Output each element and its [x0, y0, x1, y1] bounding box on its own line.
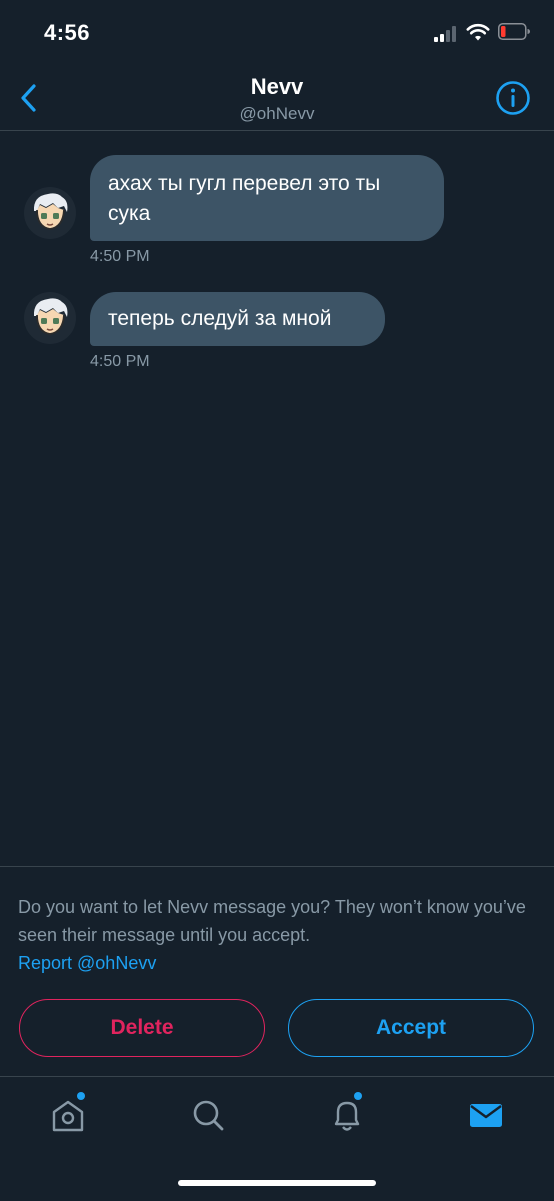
- conversation-title: Nevv: [250, 74, 304, 99]
- battery-low-icon: [498, 23, 530, 40]
- status-time: 4:56: [44, 20, 91, 45]
- avatar[interactable]: [24, 292, 76, 344]
- mail-icon[interactable]: [466, 1095, 506, 1135]
- delete-button[interactable]: Delete: [19, 999, 265, 1057]
- message-request-panel: Do you want to let Nevv message you? The…: [0, 866, 554, 1077]
- info-icon[interactable]: [495, 80, 531, 116]
- conversation-handle: @ohNevv: [239, 104, 315, 123]
- accept-button[interactable]: Accept: [288, 999, 534, 1057]
- status-bar: 4:56: [0, 0, 554, 66]
- avatar[interactable]: [24, 187, 76, 239]
- notification-dot: [77, 1092, 85, 1100]
- message-bubble[interactable]: ахах ты гугл перевел это ты сука: [90, 155, 444, 241]
- avatar-face-icon: [24, 292, 76, 344]
- conversation-header: Nevv @ohNevv: [0, 66, 554, 131]
- notification-dot: [354, 1092, 362, 1100]
- bell-icon[interactable]: [327, 1095, 367, 1135]
- message-bubble[interactable]: теперь следуй за мной: [90, 292, 385, 346]
- message-timestamp: 4:50 PM: [90, 248, 150, 265]
- cellular-signal-icon: [434, 26, 460, 42]
- search-icon[interactable]: [188, 1095, 228, 1135]
- home-icon[interactable]: [48, 1095, 88, 1135]
- wifi-icon: [466, 23, 490, 41]
- avatar-face-icon: [24, 187, 76, 239]
- message-timestamp: 4:50 PM: [90, 353, 150, 370]
- report-link[interactable]: Report @ohNevv: [18, 949, 156, 977]
- request-prompt: Do you want to let Nevv message you? The…: [18, 897, 526, 945]
- home-indicator: [178, 1180, 376, 1186]
